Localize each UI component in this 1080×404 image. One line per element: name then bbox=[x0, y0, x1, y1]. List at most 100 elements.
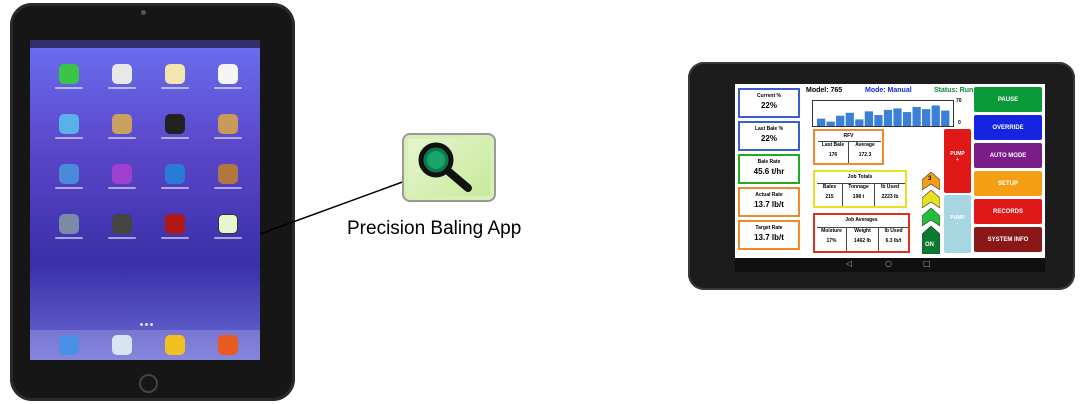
app-label bbox=[55, 237, 83, 239]
pause-button[interactable]: PAUSE bbox=[974, 87, 1042, 112]
app-label bbox=[108, 137, 136, 139]
cell-value: 198 t bbox=[852, 194, 865, 200]
chart-bar bbox=[941, 110, 950, 126]
stat-label: Target Rate bbox=[755, 225, 783, 231]
cell-header: Average bbox=[855, 142, 875, 148]
override-button[interactable]: OVERRIDE bbox=[974, 115, 1042, 140]
calendar-app-icon[interactable] bbox=[112, 64, 132, 84]
messages-app-icon[interactable] bbox=[59, 64, 79, 84]
pump-plus-button[interactable]: PUMP + bbox=[944, 129, 971, 193]
chart-ymin-label: 0 bbox=[958, 120, 961, 126]
precision-baling-app-icon[interactable] bbox=[402, 133, 496, 202]
back-icon[interactable]: ◁ bbox=[846, 259, 852, 268]
system-info-button[interactable]: SYSTEM INFO bbox=[974, 227, 1042, 252]
app-label bbox=[214, 87, 242, 89]
setup-button[interactable]: SETUP bbox=[974, 171, 1042, 196]
job-totals-title: Job Totals bbox=[847, 174, 873, 180]
home-icon[interactable]: ○ bbox=[885, 259, 892, 268]
safari-app-icon[interactable] bbox=[59, 335, 79, 355]
cell-value: 17% bbox=[826, 238, 837, 244]
mode-label: Mode: Manual bbox=[865, 87, 912, 94]
cell-header: Moisture bbox=[821, 228, 842, 234]
auto-mode-button[interactable]: AUTO MODE bbox=[974, 143, 1042, 168]
job-averages-title: Job Averages bbox=[845, 217, 878, 223]
itunes-app-icon[interactable] bbox=[112, 164, 132, 184]
maps-app-icon[interactable] bbox=[59, 114, 79, 134]
chart-bar bbox=[845, 112, 854, 126]
cell-value: 6.3 lb/t bbox=[885, 238, 902, 244]
mail-app-icon[interactable] bbox=[112, 335, 132, 355]
totals-bales: Bales 215 bbox=[817, 183, 843, 206]
bar-chart-svg bbox=[817, 105, 950, 126]
rfv-panel: RFV Last Bale 176 Average 172.3 bbox=[813, 129, 884, 165]
chart-bar bbox=[883, 109, 893, 126]
contacts-app-icon[interactable] bbox=[218, 114, 238, 134]
videos-app-icon[interactable] bbox=[112, 114, 132, 134]
app-caption: Precision Baling App bbox=[347, 218, 522, 239]
gauge-on-label: ON bbox=[925, 242, 934, 248]
stat-last-bale-pct: Last Bale % 22% bbox=[738, 121, 800, 151]
totals-lb-used: lb Used 2223 lb bbox=[875, 183, 905, 206]
app-store-app-icon[interactable] bbox=[165, 164, 185, 184]
pump-minus-button[interactable]: PUMP - bbox=[944, 195, 971, 253]
stat-value: 13.7 lb/t bbox=[754, 200, 784, 209]
chart-bar bbox=[922, 109, 931, 126]
chart-bar bbox=[836, 115, 845, 126]
app-label bbox=[214, 237, 242, 239]
magnifier-icon bbox=[418, 142, 472, 192]
game-center-app-icon[interactable] bbox=[59, 164, 79, 184]
app-label bbox=[55, 87, 83, 89]
facetime-app-icon[interactable] bbox=[59, 214, 79, 234]
recent-apps-icon[interactable]: □ bbox=[923, 259, 931, 268]
chart-bar bbox=[874, 115, 883, 126]
app-label bbox=[161, 137, 189, 139]
ipad-status-bar bbox=[30, 40, 260, 48]
records-button[interactable]: RECORDS bbox=[974, 199, 1042, 224]
totals-tonnage: Tonnage 198 t bbox=[843, 183, 875, 206]
app-label bbox=[55, 187, 83, 189]
app-label bbox=[108, 237, 136, 239]
stat-label: Actual Rate bbox=[755, 192, 783, 198]
application-gauge: 3 ON bbox=[921, 171, 941, 255]
app-label bbox=[55, 137, 83, 139]
ipad-home-screen bbox=[30, 40, 260, 360]
photo-booth-app-icon[interactable] bbox=[165, 214, 185, 234]
app-label bbox=[161, 187, 189, 189]
stat-label: Bale Rate bbox=[757, 159, 781, 165]
chart-bar bbox=[864, 111, 873, 126]
page-indicator-dot bbox=[145, 323, 148, 326]
stat-value: 13.7 lb/t bbox=[754, 233, 784, 242]
app-label bbox=[108, 87, 136, 89]
notes-app-icon[interactable] bbox=[165, 64, 185, 84]
model-label: Model: 765 bbox=[806, 87, 843, 94]
precision-baling-app-icon[interactable] bbox=[218, 214, 238, 234]
app-label bbox=[161, 87, 189, 89]
chart-bar bbox=[855, 119, 864, 126]
movies-app-icon[interactable] bbox=[165, 114, 185, 134]
stat-value: 45.6 t/hr bbox=[753, 167, 785, 176]
cell-header: Bales bbox=[822, 184, 837, 190]
music-app-icon[interactable] bbox=[218, 335, 238, 355]
stat-value: 22% bbox=[760, 101, 777, 110]
newsstand-app-icon[interactable] bbox=[218, 164, 238, 184]
app-label bbox=[214, 137, 242, 139]
chart-ymax-label: 70 bbox=[956, 98, 962, 104]
cell-header: Last Bale bbox=[821, 142, 845, 148]
reminders-app-icon[interactable] bbox=[218, 64, 238, 84]
rfv-last-bale: Last Bale 176 bbox=[818, 141, 849, 163]
averages-lb-used: lb Used 6.3 lb/t bbox=[879, 227, 908, 251]
moisture-bar-chart bbox=[812, 100, 954, 127]
app-label bbox=[214, 187, 242, 189]
job-totals-panel: Job Totals Bales 215 Tonnage 198 t lb Us… bbox=[813, 170, 907, 208]
photos-app-icon[interactable] bbox=[165, 335, 185, 355]
ipad-home-button[interactable] bbox=[139, 374, 158, 393]
stat-value: 22% bbox=[760, 134, 777, 143]
page-indicator-dot bbox=[150, 323, 153, 326]
chart-bar bbox=[826, 121, 835, 126]
camera-app-icon[interactable] bbox=[112, 214, 132, 234]
stat-bale-rate: Bale Rate 45.6 t/hr bbox=[738, 154, 800, 184]
cell-header: lb Used bbox=[880, 184, 900, 190]
rfv-average: Average 172.3 bbox=[849, 141, 881, 163]
cell-value: 1462 lb bbox=[854, 238, 871, 244]
app-label bbox=[161, 237, 189, 239]
